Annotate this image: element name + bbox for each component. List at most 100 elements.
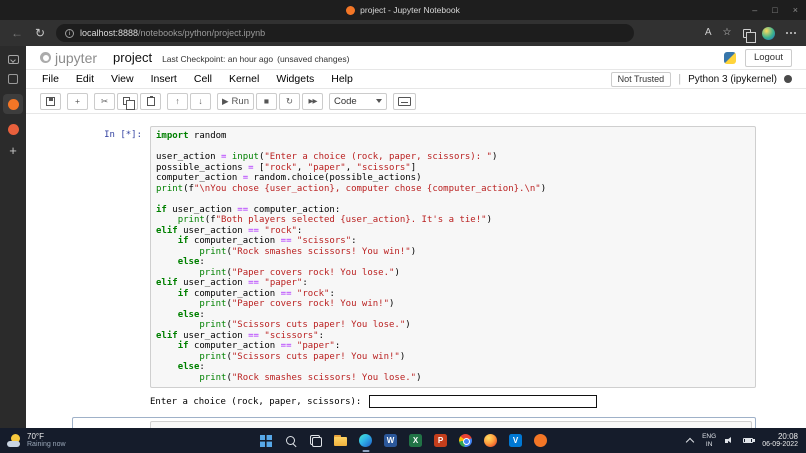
stop-button[interactable]: ■ <box>255 92 277 110</box>
empty-cell-prompt-spacer <box>76 421 150 428</box>
notebook-toolbar: + ✂ ↑ ↓ ▶ Run ■ ↻ ▶▶ Code <box>26 89 806 114</box>
run-button[interactable]: ▶ Run <box>217 92 254 110</box>
taskbar-start-button[interactable] <box>257 428 274 453</box>
plus-icon: + <box>75 95 80 106</box>
not-trusted-button[interactable]: Not Trusted <box>610 71 672 87</box>
empty-cell[interactable] <box>72 417 756 428</box>
cut-cell-button[interactable]: ✂ <box>94 92 115 110</box>
code-cell[interactable]: In [*]: import random user_action = inpu… <box>72 126 756 408</box>
move-cell-up-button[interactable]: ↑ <box>167 92 188 110</box>
taskbar: 70°F Raining now WXP V ENG IN 20:08 06-09… <box>0 428 806 453</box>
window-titlebar: project - Jupyter Notebook – □ × <box>0 0 806 20</box>
profile-avatar[interactable] <box>761 26 775 40</box>
site-info-icon[interactable] <box>65 28 74 38</box>
taskbar-word[interactable]: W <box>382 428 399 453</box>
screen: project - Jupyter Notebook – □ × ← ↻ loc… <box>0 0 806 453</box>
run-icon: ▶ <box>222 95 229 106</box>
taskbar-excel[interactable]: X <box>407 428 424 453</box>
read-aloud-icon[interactable]: A <box>705 28 712 38</box>
logout-button[interactable]: Logout <box>744 48 792 67</box>
kernel-name[interactable]: Python 3 (ipykernel) <box>688 74 777 85</box>
search-button-icon <box>285 435 297 447</box>
clock-date: 06-09-2022 <box>762 441 798 449</box>
restart-kernel-button[interactable]: ↻ <box>278 92 300 110</box>
weather-temp: 70°F <box>27 432 44 441</box>
clock[interactable]: 20:08 06-09-2022 <box>762 432 798 450</box>
cell-type-dropdown[interactable]: Code <box>328 92 387 110</box>
active-tab[interactable] <box>3 94 23 114</box>
cell-type-value: Code <box>333 95 357 107</box>
code-area[interactable]: import random user_action = input("Enter… <box>150 126 756 388</box>
restart-icon: ↻ <box>285 95 294 106</box>
jupyter-logo[interactable]: jupyter <box>40 50 97 66</box>
taskbar-jupyter-notebook-app[interactable] <box>532 428 549 453</box>
add-cell-button[interactable]: + <box>67 92 88 110</box>
close-icon[interactable]: × <box>793 5 798 15</box>
chevron-down-icon <box>375 99 382 103</box>
save-button[interactable] <box>40 92 61 110</box>
taskbar-edge-browser[interactable] <box>357 428 374 453</box>
menu-widgets[interactable]: Widgets <box>276 73 323 85</box>
notebook-header: jupyter project Last Checkpoint: an hour… <box>26 46 806 69</box>
taskbar-firefox-browser[interactable] <box>482 428 499 453</box>
minimize-icon[interactable]: – <box>752 5 757 15</box>
notebook-title[interactable]: project <box>113 50 152 65</box>
jupyter-notebook-app-icon <box>534 434 547 447</box>
tab-favicon-generic[interactable] <box>8 74 18 84</box>
favorites-star-icon[interactable]: ☆ <box>723 28 732 38</box>
clock-time: 20:08 <box>777 431 798 441</box>
restart-run-all-button[interactable]: ▶▶ <box>301 92 323 110</box>
copy-cell-button[interactable] <box>117 92 138 110</box>
back-icon[interactable]: ← <box>10 26 24 40</box>
taskbar-task-view-button[interactable] <box>307 428 324 453</box>
taskbar-file-explorer[interactable] <box>332 428 349 453</box>
checkpoint-text: Last Checkpoint: an hour ago <box>162 53 274 64</box>
new-tab-icon[interactable]: + <box>9 144 17 157</box>
chevron-up-icon[interactable] <box>685 437 695 446</box>
firefox-browser-icon <box>484 434 497 447</box>
menu-cell[interactable]: Cell <box>194 73 221 85</box>
weather-widget[interactable]: 70°F Raining now <box>7 428 66 453</box>
unsaved-text: (unsaved changes) <box>277 53 350 64</box>
volume-icon[interactable] <box>725 436 734 445</box>
menu-insert[interactable]: Insert <box>151 73 186 85</box>
move-cell-down-button[interactable]: ↓ <box>190 92 211 110</box>
menubar-items: File Edit View Insert Cell Kernel Widgets Help <box>42 73 370 85</box>
menu-edit[interactable]: Edit <box>76 73 103 85</box>
second-tab-favicon-icon[interactable] <box>7 124 19 135</box>
python-logo-icon <box>723 51 736 64</box>
stdout-text: Enter a choice (rock, paper, scissors): <box>150 396 367 407</box>
taskbar-center: WXP V <box>257 428 549 453</box>
collections-icon[interactable] <box>742 28 756 43</box>
tab-actions-icon[interactable] <box>7 55 19 64</box>
notebook-area[interactable]: In [*]: import random user_action = inpu… <box>26 114 806 428</box>
battery-icon[interactable] <box>743 437 755 444</box>
input-prompt: In [*]: <box>104 130 142 140</box>
paste-cell-button[interactable] <box>140 92 161 110</box>
taskbar-search-button[interactable] <box>282 428 299 453</box>
stdin-input[interactable] <box>368 395 597 408</box>
menu-kernel[interactable]: Kernel <box>229 73 268 85</box>
menu-view[interactable]: View <box>111 73 143 85</box>
empty-code-area[interactable] <box>150 421 752 428</box>
language-bottom: IN <box>705 440 713 448</box>
maximize-icon[interactable]: □ <box>772 5 777 15</box>
weather-icon <box>7 433 22 448</box>
refresh-icon[interactable]: ↻ <box>33 26 47 40</box>
language-switcher[interactable]: ENG IN <box>702 433 716 448</box>
excel-icon: X <box>409 434 422 447</box>
taskbar-chrome-browser[interactable] <box>457 428 474 453</box>
command-palette-button[interactable] <box>392 92 416 110</box>
checkpoint-status: Last Checkpoint: an hour ago (unsaved ch… <box>162 54 349 64</box>
menu-file[interactable]: File <box>42 73 68 85</box>
url-text: localhost:8888/notebooks/python/project.… <box>80 28 265 38</box>
menu-help[interactable]: Help <box>331 73 362 85</box>
vscode-icon: V <box>509 434 522 447</box>
address-bar[interactable]: localhost:8888/notebooks/python/project.… <box>56 24 634 42</box>
taskbar-powerpoint[interactable]: P <box>432 428 449 453</box>
taskbar-vscode[interactable]: V <box>507 428 524 453</box>
vertical-tab-strip: + <box>0 46 26 428</box>
jupyter-tab-favicon-icon <box>7 98 19 110</box>
jupyter-favicon-icon <box>346 5 356 15</box>
browser-menu-icon[interactable] <box>789 31 792 35</box>
